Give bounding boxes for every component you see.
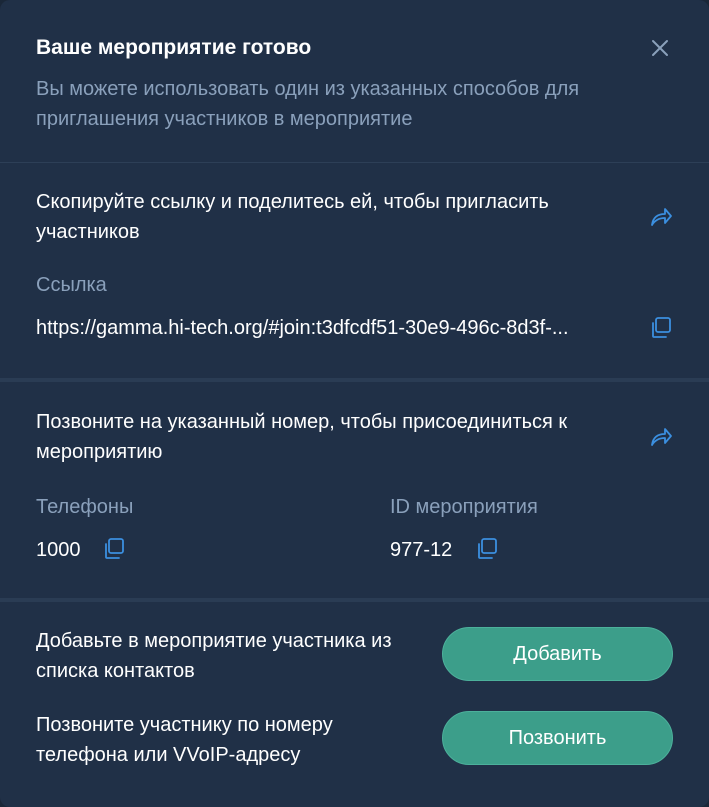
- close-icon[interactable]: [648, 36, 672, 60]
- phone-section: Позвоните на указанный номер, чтобы прис…: [0, 382, 709, 598]
- dialog-subtitle: Вы можете использовать один из указанных…: [36, 78, 580, 130]
- dialog-title: Ваше мероприятие готово: [36, 36, 312, 59]
- call-button[interactable]: Позвонить: [442, 711, 673, 765]
- add-participant-text: Добавьте в мероприятие участника из спис…: [36, 630, 392, 682]
- link-section-text: Скопируйте ссылку и поделитесь ей, чтобы…: [36, 191, 549, 243]
- link-section: Скопируйте ссылку и поделитесь ей, чтобы…: [0, 164, 709, 378]
- phone-section-text: Позвоните на указанный номер, чтобы прис…: [36, 411, 568, 463]
- link-label: Ссылка: [36, 274, 107, 296]
- event-id-value[interactable]: 977-12: [390, 539, 452, 562]
- link-value[interactable]: https://gamma.hi-tech.org/#join:t3dfcdf5…: [36, 317, 569, 340]
- event-id-label: ID мероприятия: [390, 496, 538, 518]
- copy-icon[interactable]: [649, 316, 673, 340]
- add-button[interactable]: Добавить: [442, 627, 673, 681]
- share-icon[interactable]: [648, 204, 674, 230]
- invite-dialog: Ваше мероприятие готово Вы можете исполь…: [0, 0, 709, 807]
- share-icon[interactable]: [648, 424, 674, 450]
- phones-label: Телефоны: [36, 496, 134, 518]
- dialog-header: Ваше мероприятие готово Вы можете исполь…: [0, 0, 709, 163]
- actions-section: Добавьте в мероприятие участника из спис…: [0, 602, 709, 807]
- copy-icon[interactable]: [102, 537, 126, 561]
- call-participant-text: Позвоните участнику по номеру телефона и…: [36, 714, 333, 766]
- copy-icon[interactable]: [475, 537, 499, 561]
- phones-value[interactable]: 1000: [36, 539, 81, 562]
